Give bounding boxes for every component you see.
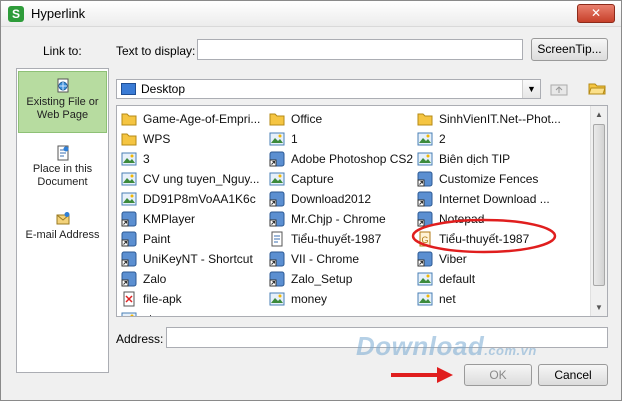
file-name: money [291,292,328,306]
folder-icon [417,113,433,126]
link-existing-file-label: Existing File or Web Page [26,96,99,121]
file-name: WPS [143,132,171,146]
document-icon [57,145,68,161]
location-value: Desktop [141,82,186,96]
file-list-scrollbar[interactable]: ▲ ▼ [590,106,607,316]
image-icon [417,132,433,146]
image-icon [269,172,285,186]
file-name: Office [291,112,323,126]
file-name: file-apk [143,292,182,306]
text-to-display-input[interactable] [197,39,523,60]
file-name: Zalo [143,272,167,286]
shortcut-icon [269,251,285,267]
ok-button[interactable]: OK [464,364,532,386]
text-to-display-label: Text to display: [116,44,196,58]
red-arrow-icon [391,367,453,383]
file-name: VII - Chrome [291,252,360,266]
shortcut-icon [121,231,137,247]
shortcut-icon [121,271,137,287]
watermark-suffix: .com.vn [484,343,537,358]
file-name: net [439,292,456,306]
image-icon [121,312,137,316]
image-icon [121,172,137,186]
file-name: 2 [439,132,446,146]
scroll-up-icon[interactable]: ▲ [591,106,607,123]
shortcut-icon [417,191,433,207]
chevron-down-icon[interactable]: ▼ [522,80,540,98]
close-button[interactable]: ✕ [577,4,615,23]
folder-icon [121,113,137,126]
shortcut-icon [269,271,285,287]
shortcut-icon [269,191,285,207]
app-icon: S [8,6,24,22]
image-icon [269,292,285,306]
file-name: Tiểu-thuyết-1987 [291,232,382,246]
file-name: Adobe Photoshop CS2 [291,152,414,166]
file-name: Biên dịch TIP [439,152,511,166]
up-folder-icon[interactable] [550,81,568,97]
title-bar: S Hyperlink ✕ [1,1,621,27]
file-name: CV ung tuyen_Nguy... [143,172,260,186]
shortcut-icon [269,151,285,167]
image-icon [417,152,433,166]
file-name: Game-Age-of-Empri... [143,112,261,126]
file-name: UniKeyNT - Shortcut [143,252,253,266]
file-name: SinhVienIT.Net--Phot... [439,112,561,126]
file-name: 3 [143,152,150,166]
link-place-in-document-label: Place in this Document [32,163,93,188]
desktop-icon [121,83,136,95]
email-icon [56,212,69,225]
file-name: 1 [291,132,298,146]
browse-folder-icon[interactable] [588,80,606,96]
screentip-button[interactable]: ScreenTip... [531,38,608,61]
file-name: Capture [291,172,334,186]
dialog-title: Hyperlink [31,6,86,21]
file-name: star [143,309,163,316]
globe-file-icon [57,78,68,93]
shortcut-icon [417,171,433,187]
file-name: Zalo_Setup [291,272,353,286]
address-label: Address: [116,332,164,346]
folder-icon [121,133,137,146]
link-email-address-label: E-mail Address [25,229,100,241]
file-name: Paint [143,232,171,246]
watermark-logo: Download.com.vn [356,331,537,362]
image-icon [121,152,137,166]
link-to-panel: Existing File or Web Page Place in this … [16,68,109,373]
link-email-address[interactable]: E-mail Address [18,205,107,251]
file-name: default [439,272,476,286]
file-name: KMPlayer [143,212,196,226]
location-dropdown[interactable]: Desktop ▼ [116,79,541,99]
file-name: Customize Fences [439,172,539,186]
document-icon [271,231,283,247]
image-icon [121,192,137,206]
shortcut-icon [121,251,137,267]
file-icon [123,291,135,307]
shortcut-icon [121,211,137,227]
hyperlink-dialog: S Hyperlink ✕ Link to: Text to display: … [0,0,622,401]
shortcut-icon [269,211,285,227]
file-name: Internet Download ... [439,192,550,206]
cancel-button[interactable]: Cancel [538,364,608,386]
scroll-down-icon[interactable]: ▼ [591,299,607,316]
image-icon [269,132,285,146]
link-to-label: Link to: [43,44,82,58]
image-icon [417,272,433,286]
link-existing-file[interactable]: Existing File or Web Page [18,71,107,133]
image-icon [417,292,433,306]
link-place-in-document[interactable]: Place in this Document [18,139,107,195]
file-list[interactable]: Game-Age-of-Empri... Office SinhVienIT.Net… [116,105,608,317]
folder-icon [269,113,285,126]
highlight-circle [411,218,557,254]
file-name: DD91P8mVoAA1K6c [143,192,256,206]
scrollbar-thumb[interactable] [593,124,605,286]
watermark-text: Download [356,331,485,361]
file-name: Download2012 [291,192,372,206]
file-name: Mr.Chjp - Chrome [291,212,386,226]
